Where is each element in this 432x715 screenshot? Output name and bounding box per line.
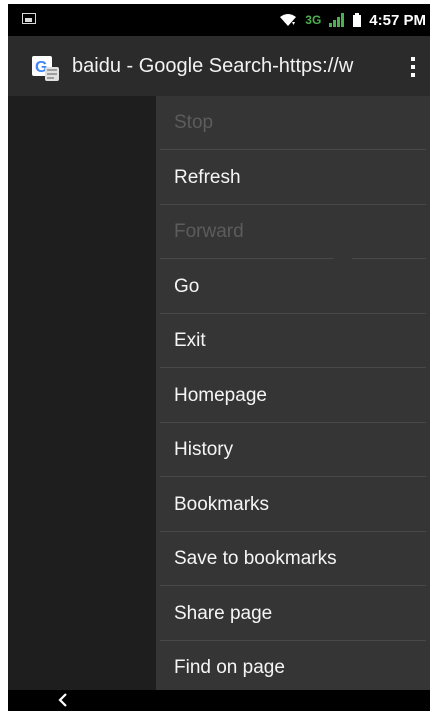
menu-item-label: Homepage [174, 384, 267, 406]
menu-item-save-to-bookmarks[interactable]: Save to bookmarks [156, 532, 430, 586]
status-icons: 3G 4:57 PM [279, 10, 426, 30]
menu-item-stop: Stop [156, 96, 430, 150]
menu-item-label: Share page [174, 602, 273, 624]
menu-item-label: Refresh [174, 166, 241, 188]
menu-item-label: Exit [174, 330, 206, 351]
menu-item-label: History [174, 439, 234, 460]
menu-item-find-on-page[interactable]: Find on page [156, 641, 430, 695]
overflow-menu-icon[interactable] [406, 52, 420, 82]
navigation-bar [8, 690, 430, 711]
menu-item-label: Stop [174, 112, 214, 133]
page-title[interactable]: baidu - Google Search-https://w [72, 55, 384, 81]
menu-item-share-page[interactable]: Share page [156, 587, 430, 641]
menu-item-label: Bookmarks [174, 493, 270, 515]
device-screen: 3G 4:57 PM G baidu - Google Search-https… [8, 4, 430, 711]
wifi-icon [280, 14, 297, 26]
battery-icon [353, 13, 362, 27]
back-icon[interactable] [56, 692, 70, 708]
google-search-icon: G [32, 56, 59, 81]
signal-icon [329, 13, 345, 27]
menu-item-homepage[interactable]: Homepage [156, 369, 430, 423]
network-type-label: 3G [305, 13, 322, 27]
menu-item-go[interactable]: Go [156, 260, 430, 314]
menu-item-forward: Forward [156, 205, 430, 259]
menu-item-label: Go [174, 275, 200, 297]
menu-item-label: Find on page [174, 657, 285, 678]
menu-item-exit[interactable]: Exit [156, 314, 430, 368]
menu-item-refresh[interactable]: Refresh [156, 151, 430, 205]
menu-item-label: Forward [174, 221, 244, 242]
menu-item-label: Save to bookmarks [174, 548, 337, 569]
clock: 4:57 PM [369, 11, 426, 29]
image-notification-icon [22, 13, 36, 24]
menu-item-history[interactable]: History [156, 423, 430, 477]
options-menu: Stop Refresh Forward Go Exit Homepage History B… [156, 96, 430, 690]
browser-app-bar: G baidu - Google Search-https://w [8, 36, 430, 96]
status-bar: 3G 4:57 PM [8, 4, 430, 36]
menu-item-bookmarks[interactable]: Bookmarks [156, 478, 430, 532]
